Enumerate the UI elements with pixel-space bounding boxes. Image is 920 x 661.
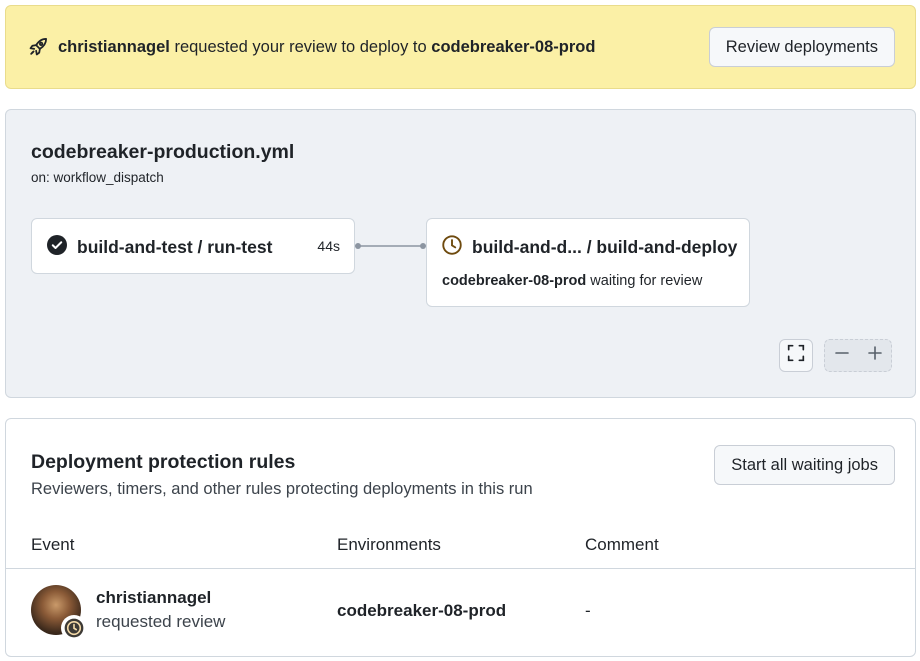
review-deployments-button[interactable]: Review deployments (708, 27, 895, 67)
column-environments: Environments (337, 535, 441, 554)
job-connector (355, 243, 426, 249)
start-all-waiting-jobs-button[interactable]: Start all waiting jobs (714, 445, 895, 485)
environment-cell: codebreaker-08-prod (337, 601, 507, 620)
rules-description: Reviewers, timers, and other rules prote… (31, 480, 533, 498)
job-run-test[interactable]: build-and-test / run-test 44s (31, 218, 355, 274)
fullscreen-button[interactable] (779, 339, 813, 372)
job-environment: codebreaker-08-prod (442, 273, 587, 289)
banner-text: requested your review to deploy to (169, 37, 432, 56)
check-circle-fill-icon (47, 235, 67, 260)
job-build-and-deploy[interactable]: build-and-d... / build-and-deploy codebr… (426, 218, 750, 307)
job-name: build-and-test / run-test (77, 237, 273, 257)
avatar[interactable] (31, 585, 87, 641)
deployment-protection-rules: Deployment protection rules Reviewers, t… (5, 418, 916, 657)
job-name: build-and-d... / build-and-deploy (472, 237, 738, 257)
screen-full-icon (787, 344, 805, 367)
zoom-controls (824, 339, 892, 372)
workflow-file-title[interactable]: codebreaker-production.yml (31, 141, 294, 164)
review-message: christiannagel requested your review to … (58, 38, 709, 57)
dash-icon[interactable] (834, 345, 850, 366)
job-status: codebreaker-08-prod waiting for review (442, 273, 702, 289)
column-event: Event (31, 535, 75, 554)
column-comment: Comment (585, 535, 659, 554)
rules-title: Deployment protection rules (31, 451, 296, 473)
review-banner: christiannagel requested your review to … (5, 5, 916, 89)
rules-table-header: Event Environments Comment (6, 519, 915, 569)
comment-cell: - (585, 601, 591, 620)
job-status-text: waiting for review (586, 273, 703, 289)
event-user[interactable]: christiannagel (96, 588, 225, 608)
rocket-icon (28, 36, 50, 58)
banner-environment: codebreaker-08-prod (431, 37, 596, 56)
clock-badge-icon (61, 615, 87, 641)
workflow-graph: codebreaker-production.yml on: workflow_… (5, 109, 916, 398)
plus-icon[interactable] (867, 345, 883, 366)
clock-icon (442, 235, 462, 260)
workflow-trigger: on: workflow_dispatch (31, 170, 164, 185)
banner-user-link[interactable]: christiannagel (58, 38, 170, 56)
job-duration: 44s (317, 238, 340, 254)
event-action: requested review (96, 612, 226, 631)
table-row: christiannagel requested review (31, 585, 226, 641)
